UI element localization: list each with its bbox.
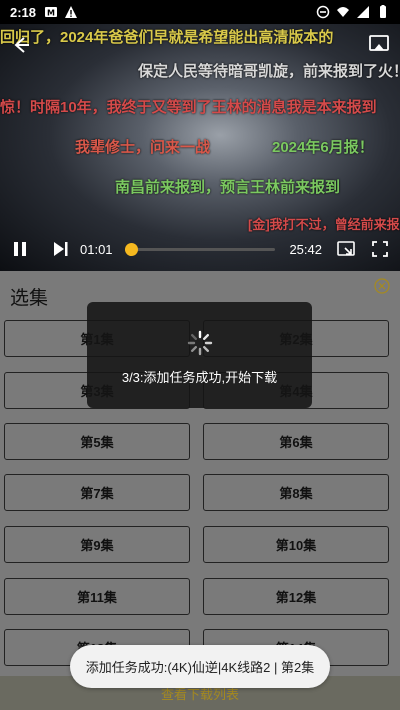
episode-button[interactable]: 第12集 [203,578,389,615]
panel-title: 选集 [10,287,49,309]
spinner-icon [187,330,213,356]
loading-dialog: 3/3:添加任务成功,开始下载 [87,302,312,408]
episode-button[interactable]: 第11集 [4,578,190,615]
episode-button[interactable]: 第6集 [203,423,389,460]
current-time: 01:01 [80,241,113,257]
signal-icon [357,6,369,18]
dnd-icon [316,5,330,19]
episode-button[interactable]: 第5集 [4,423,190,460]
total-time: 25:42 [289,241,322,257]
status-bar: 2:18 M [0,0,400,24]
progress-knob[interactable] [124,242,138,256]
danmaku-line: 惊！时隔10年，我终于又等到了王林的消息我是本来报到 [0,99,377,116]
danmaku-line: 我辈修士，问来一战 [75,139,211,156]
wifi-icon [337,7,349,17]
episode-button[interactable]: 第9集 [4,526,190,563]
danmaku-line: 2024年6月报！ [272,139,374,156]
status-time: 2:18 [10,4,37,20]
pause-icon[interactable] [10,239,30,259]
battery-icon [380,5,386,18]
fullscreen-icon[interactable] [370,239,390,259]
toast-message: 添加任务成功:(4K)仙逆|4K线路2 | 第2集 [85,660,315,675]
episode-button[interactable]: 第10集 [203,526,389,563]
alert-icon [65,6,78,18]
danmaku-line: 南昌前来报到，预言王林前来报到 [115,179,341,196]
toast: 添加任务成功:(4K)仙逆|4K线路2 | 第2集 [70,645,330,688]
progress-bar[interactable] [124,242,275,256]
next-icon[interactable] [50,239,70,259]
player-controls: 01:01 25:42 [0,227,400,271]
danmaku-line: 保定人民等待暗哥凯旋，前来报到了火！ [138,63,400,80]
video-player[interactable]: 回归了，2024年爸爸们早就是希望能出高清版本的 保定人民等待暗哥凯旋，前来报到… [0,24,400,271]
svg-text:M: M [47,9,55,18]
danmaku-line: 回归了，2024年爸爸们早就是希望能出高清版本的 [0,29,334,46]
back-arrow-icon[interactable] [10,34,32,56]
loading-message: 3/3:添加任务成功,开始下载 [121,370,278,385]
pip-icon[interactable] [336,239,356,259]
close-icon[interactable] [374,278,390,294]
notification-m-icon: M [45,7,58,18]
episode-button[interactable]: 第7集 [4,474,190,511]
cast-icon[interactable] [368,34,390,52]
episode-button[interactable]: 第8集 [203,474,389,511]
